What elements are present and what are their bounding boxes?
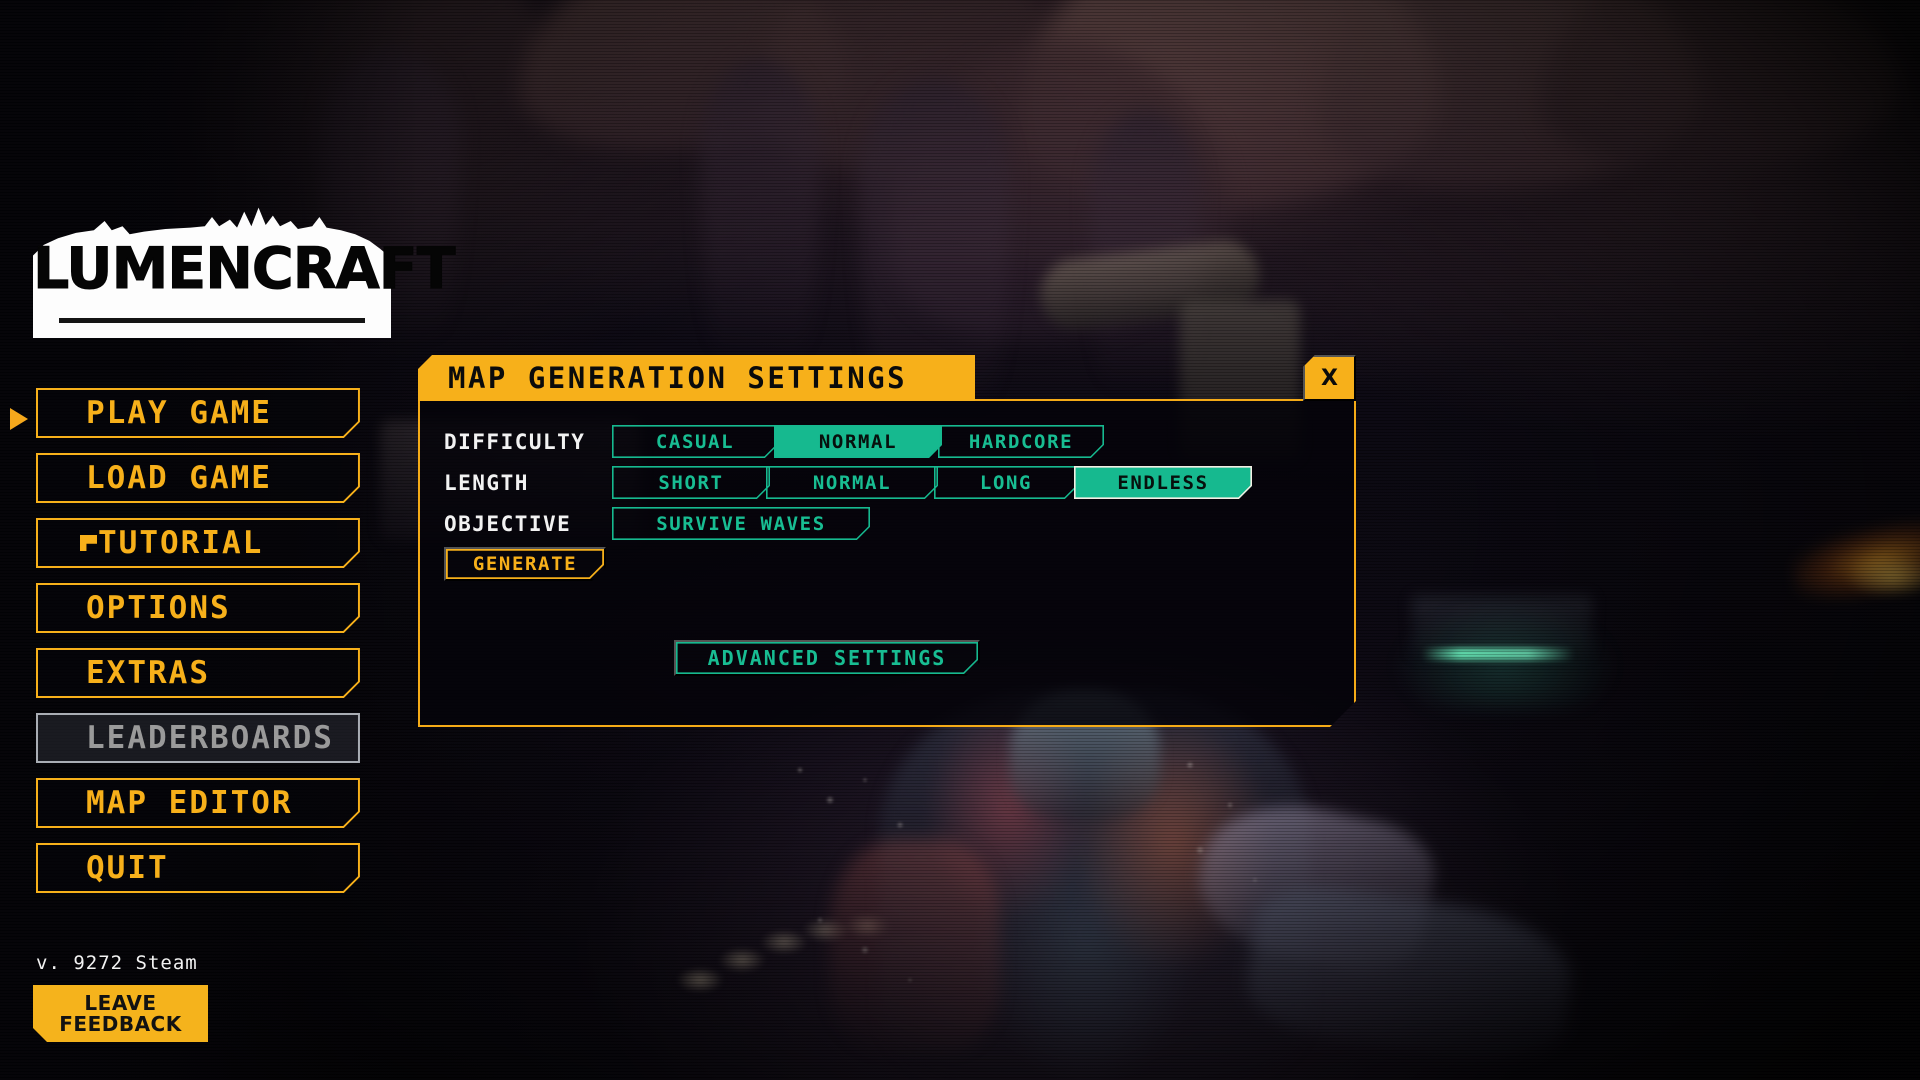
flag-icon (80, 535, 97, 551)
main-menu-nav: PLAY GAME LOAD GAME TUTORIAL OPTIONS EXT… (10, 388, 360, 908)
option-label: SURVIVE WAVES (656, 512, 826, 535)
background-stalactite (700, 60, 820, 360)
objective-option-survive-waves[interactable]: SURVIVE WAVES (612, 507, 870, 540)
sidebar-item-options[interactable]: OPTIONS (36, 583, 360, 633)
option-label: HARDCORE (968, 430, 1074, 453)
setting-row-objective: OBJECTIVE SURVIVE WAVES (444, 503, 1334, 544)
option-label: ENDLESS (1117, 471, 1209, 494)
setting-row-difficulty: DIFFICULTY CASUAL NORMAL HARDCORE (444, 421, 1334, 462)
option-label: NORMAL (812, 471, 892, 494)
difficulty-option-hardcore[interactable]: HARDCORE (938, 425, 1104, 458)
objective-label: OBJECTIVE (444, 511, 572, 536)
menu-row: MAP EDITOR (36, 778, 360, 843)
sidebar-item-quit[interactable]: QUIT (36, 843, 360, 893)
play-triangle-icon (10, 408, 28, 430)
menu-item-label: QUIT (86, 849, 169, 886)
generate-label: GENERATE (472, 553, 578, 575)
difficulty-option-casual[interactable]: CASUAL (612, 425, 778, 458)
setting-row-length: LENGTH SHORT NORMAL LONG ENDLESS (444, 462, 1334, 503)
length-label: LENGTH (444, 470, 529, 495)
sidebar-item-extras[interactable]: EXTRAS (36, 648, 360, 698)
background-spores (760, 730, 1280, 1060)
menu-row: EXTRAS (36, 648, 360, 713)
sidebar-item-leaderboards: LEADERBOARDS (36, 713, 360, 763)
menu-row: LEADERBOARDS (36, 713, 360, 778)
menu-item-label: LOAD GAME (86, 459, 272, 496)
advanced-settings-label: ADVANCED SETTINGS (707, 646, 947, 670)
sidebar-item-map-editor[interactable]: MAP EDITOR (36, 778, 360, 828)
dialog-title: MAP GENERATION SETTINGS (448, 361, 908, 395)
length-option-group: SHORT NORMAL LONG ENDLESS (612, 466, 1248, 499)
background-teal-light (1422, 648, 1574, 660)
game-logo: LUMENCRAFT (33, 205, 457, 338)
generate-button[interactable]: GENERATE (444, 547, 606, 581)
menu-row: PLAY GAME (10, 388, 360, 453)
game-main-menu-screen: LUMENCRAFT PLAY GAME LOAD GAME TUTORIAL … (0, 0, 1920, 1080)
length-option-normal[interactable]: NORMAL (766, 466, 938, 499)
background-lava-glow (1848, 556, 1920, 596)
menu-row: QUIT (36, 843, 360, 908)
feedback-line-1: LEAVE (84, 990, 157, 1015)
logo-title: LUMENCRAFT (33, 236, 457, 302)
sidebar-item-tutorial[interactable]: TUTORIAL (36, 518, 360, 568)
difficulty-option-group: CASUAL NORMAL HARDCORE (612, 425, 1100, 458)
option-label: NORMAL (818, 430, 898, 453)
version-label: v. 9272 Steam (36, 952, 198, 974)
menu-row: OPTIONS (36, 583, 360, 648)
option-label: SHORT (658, 471, 724, 494)
dialog-titlebar: MAP GENERATION SETTINGS (418, 355, 975, 401)
menu-item-label: OPTIONS (86, 589, 231, 626)
feedback-line-2: FEEDBACK (59, 1011, 182, 1036)
difficulty-label: DIFFICULTY (444, 429, 586, 454)
menu-item-label: PLAY GAME (86, 394, 272, 431)
logo-underline (59, 318, 365, 323)
leave-feedback-button[interactable]: LEAVE FEEDBACK (33, 985, 208, 1042)
menu-row: TUTORIAL (36, 518, 360, 583)
menu-item-label: LEADERBOARDS (86, 719, 334, 756)
sidebar-item-load-game[interactable]: LOAD GAME (36, 453, 360, 503)
option-label: LONG (979, 471, 1033, 494)
advanced-settings-button[interactable]: ADVANCED SETTINGS (674, 640, 980, 676)
menu-item-label: TUTORIAL (98, 524, 264, 561)
close-icon[interactable]: X (1303, 355, 1356, 401)
settings-list: DIFFICULTY CASUAL NORMAL HARDCORE LENGTH (444, 421, 1334, 544)
objective-option-group: SURVIVE WAVES (612, 507, 866, 540)
map-generation-settings-dialog: MAP GENERATION SETTINGS X DIFFICULTY CAS… (418, 355, 1356, 727)
difficulty-option-normal[interactable]: NORMAL (774, 425, 942, 458)
option-label: CASUAL (655, 430, 735, 453)
menu-row: LOAD GAME (36, 453, 360, 518)
length-option-long[interactable]: LONG (934, 466, 1078, 499)
menu-item-label: MAP EDITOR (86, 784, 293, 821)
menu-item-label: EXTRAS (86, 654, 210, 691)
length-option-short[interactable]: SHORT (612, 466, 770, 499)
sidebar-item-play-game[interactable]: PLAY GAME (36, 388, 360, 438)
length-option-endless[interactable]: ENDLESS (1074, 466, 1252, 499)
